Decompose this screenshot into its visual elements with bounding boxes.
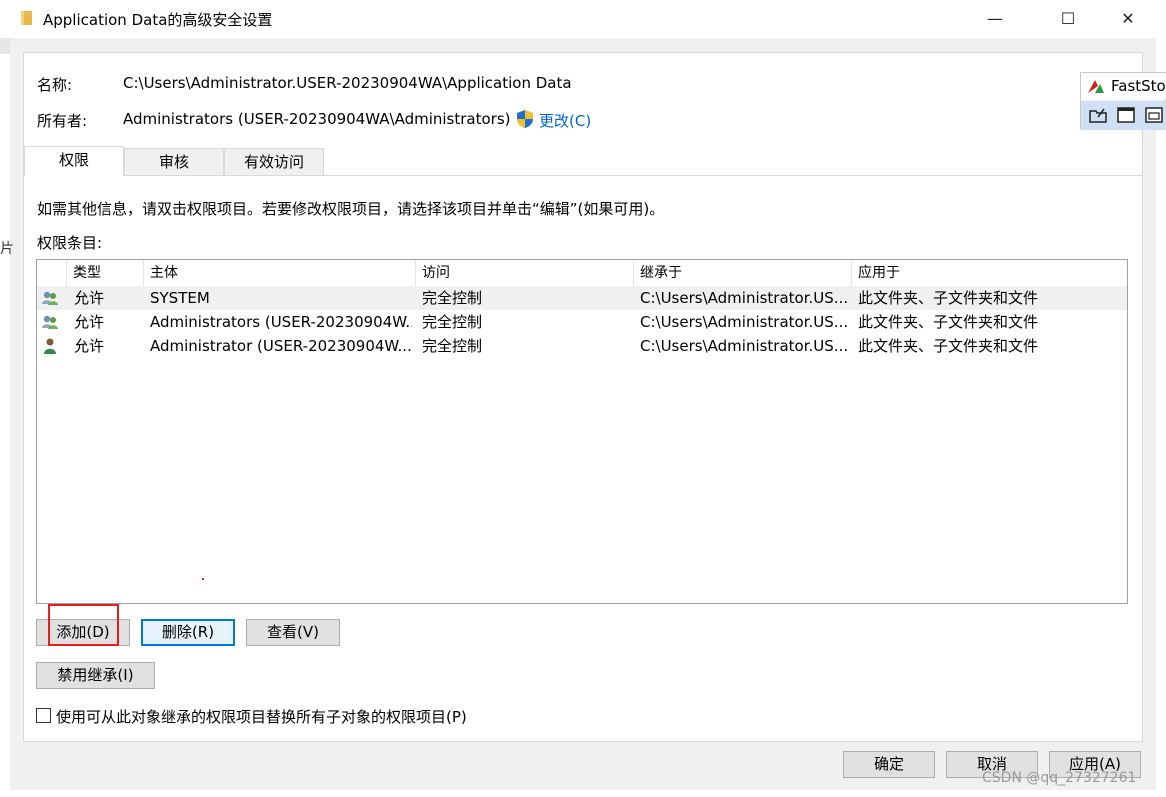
owner-label: 所有者: (37, 112, 88, 130)
column-header-access[interactable]: 访问 (416, 260, 634, 286)
table-row[interactable]: 允许 Administrators (USER-20230904W... 完全控… (37, 310, 1127, 334)
row-inherited-from: C:\Users\Administrator.US... (640, 337, 848, 355)
highlight-annotation-box (48, 604, 119, 646)
csdn-watermark: CSDN @qq_27327261 (982, 770, 1137, 786)
user-group-icon (42, 315, 58, 329)
row-principal: Administrators (USER-20230904W... (150, 313, 412, 331)
instructions-text: 如需其他信息，请双击权限项目。若要修改权限项目，请选择该项目并单击“编辑”(如果… (37, 200, 665, 218)
remove-button[interactable]: 删除(R) (141, 619, 235, 646)
column-header-icon (37, 260, 67, 286)
row-access: 完全控制 (422, 313, 483, 331)
faststone-capture-toolbar[interactable]: FastSto (1080, 72, 1166, 130)
row-inherited-from: C:\Users\Administrator.US... (640, 313, 848, 331)
folder-icon (21, 11, 32, 25)
column-header-inherited-from[interactable]: 继承于 (634, 260, 852, 286)
name-label: 名称: (37, 76, 73, 94)
column-header-type[interactable]: 类型 (67, 260, 144, 286)
row-applies-to: 此文件夹、子文件夹和文件 (858, 313, 1039, 331)
capture-folder-icon[interactable] (1088, 105, 1108, 125)
permission-entries-label: 权限条目: (37, 234, 103, 252)
tab-permissions[interactable]: 权限 (24, 146, 124, 176)
view-button[interactable]: 查看(V) (246, 619, 340, 646)
user-icon (44, 338, 56, 354)
uac-shield-icon (517, 110, 533, 128)
row-applies-to: 此文件夹、子文件夹和文件 (858, 337, 1039, 355)
row-access: 完全控制 (422, 337, 483, 355)
disable-inheritance-button[interactable]: 禁用继承(I) (36, 662, 155, 689)
row-principal: SYSTEM (150, 289, 210, 307)
row-applies-to: 此文件夹、子文件夹和文件 (858, 289, 1039, 307)
change-owner-link[interactable]: 更改(C) (539, 110, 591, 131)
close-button[interactable]: ✕ (1103, 0, 1153, 38)
ok-button[interactable]: 确定 (843, 751, 935, 778)
name-value: C:\Users\Administrator.USER-20230904WA\A… (123, 74, 572, 92)
row-type: 允许 (74, 289, 105, 307)
row-inherited-from: C:\Users\Administrator.US... (640, 289, 848, 307)
faststone-tools (1081, 101, 1166, 130)
row-access: 完全控制 (422, 289, 483, 307)
user-group-icon (42, 291, 58, 305)
table-row[interactable]: 允许 Administrator (USER-20230904W... 完全控制… (37, 334, 1127, 358)
column-header-applies-to[interactable]: 应用于 (852, 260, 1127, 286)
background-window-text: 片 (0, 241, 14, 257)
row-type: 允许 (74, 313, 105, 331)
tab-divider (23, 175, 1143, 176)
capture-region-icon[interactable] (1144, 105, 1164, 125)
background-window-edge (0, 38, 10, 54)
maximize-button[interactable]: ☐ (1043, 0, 1093, 38)
capture-window-icon[interactable] (1116, 105, 1136, 125)
permission-entries-list[interactable]: 类型 主体 访问 继承于 应用于 允许 SYSTEM 完全控制 C:\Users… (36, 259, 1128, 604)
title-bar: Application Data的高级安全设置 — ☐ ✕ (0, 0, 1166, 38)
row-type: 允许 (74, 337, 105, 355)
minimize-button[interactable]: — (970, 0, 1020, 38)
annotation-dot (202, 578, 204, 580)
faststone-logo-icon (1088, 80, 1104, 93)
tab-effective-access[interactable]: 有效访问 (224, 148, 324, 176)
table-row[interactable]: 允许 SYSTEM 完全控制 C:\Users\Administrator.US… (37, 286, 1127, 310)
replace-child-permissions-checkbox[interactable] (36, 708, 51, 723)
owner-value: Administrators (USER-20230904WA\Administ… (123, 110, 511, 128)
tab-auditing[interactable]: 审核 (124, 148, 224, 176)
row-principal: Administrator (USER-20230904W... (150, 337, 412, 355)
faststone-title: FastSto (1111, 77, 1166, 95)
column-header-principal[interactable]: 主体 (144, 260, 416, 286)
replace-child-permissions-label: 使用可从此对象继承的权限项目替换所有子对象的权限项目(P) (56, 708, 467, 726)
window-title: Application Data的高级安全设置 (43, 11, 273, 29)
faststone-title-bar: FastSto (1081, 73, 1166, 99)
